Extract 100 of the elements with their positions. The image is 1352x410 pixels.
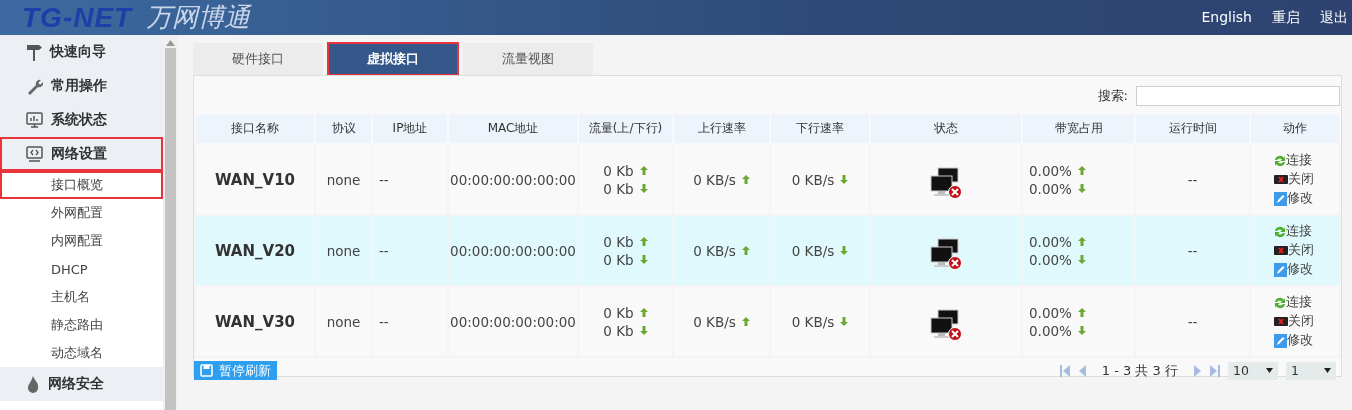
- bandwidth-up: 0.00%: [1029, 162, 1072, 179]
- page-select[interactable]: 1: [1286, 361, 1336, 380]
- up-arrow-icon: [1077, 308, 1086, 317]
- table-cell: --: [1135, 286, 1250, 357]
- action-link[interactable]: 连接: [1274, 223, 1312, 240]
- up-arrow-icon: [741, 175, 750, 184]
- down-arrow-icon: [639, 255, 648, 264]
- screen-x-icon: [1274, 315, 1288, 328]
- dropdown-caret-icon: [1266, 368, 1273, 373]
- sidebar-item-label: 系统状态: [51, 111, 107, 129]
- column-header: 带宽占用: [1022, 113, 1135, 144]
- action-link[interactable]: 关闭: [1274, 171, 1314, 188]
- submenu-item[interactable]: DHCP: [0, 255, 164, 283]
- submenu-item[interactable]: 动态域名: [0, 339, 164, 367]
- sidebar-item[interactable]: 网络设置: [0, 137, 164, 171]
- down-arrow-icon: [840, 317, 849, 326]
- pencil-icon: [1274, 191, 1287, 206]
- down-arrow-icon: [840, 246, 849, 255]
- refresh-icon: [1274, 225, 1286, 238]
- action-link[interactable]: 关闭: [1274, 242, 1314, 259]
- action-link[interactable]: 修改: [1274, 261, 1313, 278]
- first-page-icon[interactable]: [1059, 364, 1070, 377]
- table-row[interactable]: WAN_V30 none -- 00:00:00:00:00:00 0 Kb 0 Kb 0 KB/s 0 KB/s 0.00% 0.00% -- 连接 关闭 修改: [195, 286, 1340, 357]
- download-rate: 0 KB/s: [791, 242, 835, 259]
- page-size-select[interactable]: 10: [1228, 361, 1278, 380]
- logo-subtitle: 万网博通: [146, 1, 251, 34]
- previous-page-icon[interactable]: [1077, 364, 1088, 377]
- traffic-down: 0 Kb: [603, 251, 634, 268]
- bandwidth-up: 0.00%: [1029, 233, 1072, 250]
- header-link[interactable]: 退出: [1320, 8, 1348, 27]
- last-page-icon[interactable]: [1210, 364, 1220, 377]
- screen-x-icon: [1274, 173, 1288, 186]
- traffic-down: 0 Kb: [603, 322, 634, 339]
- submenu-item[interactable]: 接口概览: [0, 171, 164, 199]
- search-field[interactable]: [1136, 86, 1340, 106]
- up-arrow-icon: [639, 166, 648, 175]
- table-row[interactable]: WAN_V10 none -- 00:00:00:00:00:00 0 Kb 0 Kb 0 KB/s 0 KB/s 0.00% 0.00% -- 连接 关闭 修改: [195, 144, 1340, 215]
- tab[interactable]: 硬件接口: [193, 43, 323, 75]
- refresh-icon: [1274, 296, 1286, 309]
- submenu-item[interactable]: 外网配置: [0, 199, 164, 227]
- tab[interactable]: 流量视图: [463, 43, 593, 75]
- down-arrow-icon: [840, 175, 849, 184]
- column-header: IP地址: [372, 113, 448, 144]
- header-link[interactable]: English: [1201, 8, 1252, 27]
- submenu-item[interactable]: 主机名: [0, 283, 164, 311]
- sidebar-item-label: 网络安全: [48, 375, 104, 393]
- down-arrow-icon: [1077, 255, 1086, 264]
- up-arrow-icon: [639, 237, 648, 246]
- header-link[interactable]: 重启: [1272, 8, 1300, 27]
- down-arrow-icon: [1077, 184, 1086, 193]
- sidebar-item[interactable]: 快速向导: [0, 35, 164, 69]
- save-icon: [200, 364, 213, 377]
- sidebar-item[interactable]: 常用操作: [0, 69, 164, 103]
- column-header: 接口名称: [195, 113, 315, 144]
- upload-rate: 0 KB/s: [693, 242, 736, 259]
- up-arrow-icon: [741, 317, 750, 326]
- monitor-chart-icon: [26, 111, 43, 129]
- up-arrow-icon: [741, 246, 750, 255]
- column-header: 下行速率: [770, 113, 870, 144]
- action-link[interactable]: 修改: [1274, 190, 1313, 207]
- download-rate: 0 KB/s: [791, 171, 835, 188]
- table-cell: WAN_V30: [195, 286, 315, 357]
- submenu-item[interactable]: 静态路由: [0, 311, 164, 339]
- sidebar-item[interactable]: 系统状态: [0, 103, 164, 137]
- sidebar-item[interactable]: 网络安全: [0, 367, 164, 401]
- column-header: 流量(上/下行): [578, 113, 673, 144]
- up-arrow-icon: [1077, 166, 1086, 175]
- action-link[interactable]: 关闭: [1274, 313, 1314, 330]
- bandwidth-up: 0.00%: [1029, 304, 1072, 321]
- scrollbar[interactable]: [163, 35, 178, 410]
- table-cell: none: [315, 286, 372, 357]
- bandwidth-down: 0.00%: [1029, 180, 1072, 197]
- down-arrow-icon: [639, 184, 648, 193]
- table-row[interactable]: WAN_V20 none -- 00:00:00:00:00:00 0 Kb 0 Kb 0 KB/s 0 KB/s 0.00% 0.00% -- 连接 关闭 修改: [195, 215, 1340, 286]
- traffic-up: 0 Kb: [603, 233, 634, 250]
- page-info: 1 - 3 共 3 行: [1101, 361, 1178, 380]
- down-arrow-icon: [639, 326, 648, 335]
- submenu-item[interactable]: 内网配置: [0, 227, 164, 255]
- traffic-up: 0 Kb: [603, 162, 634, 179]
- tab[interactable]: 虚拟接口: [328, 43, 458, 75]
- column-header: 动作: [1250, 113, 1340, 144]
- column-header: 协议: [315, 113, 372, 144]
- sidebar-item-label: 快速向导: [50, 43, 106, 61]
- column-header: 上行速率: [673, 113, 770, 144]
- pencil-icon: [1274, 333, 1287, 348]
- action-link[interactable]: 连接: [1274, 152, 1312, 169]
- scroll-up-icon[interactable]: [166, 40, 176, 46]
- action-link[interactable]: 修改: [1274, 332, 1313, 349]
- signpost-icon: [26, 43, 42, 61]
- column-header: 运行时间: [1135, 113, 1250, 144]
- pencil-icon: [1274, 262, 1287, 277]
- download-rate: 0 KB/s: [791, 313, 835, 330]
- dropdown-caret-icon: [1324, 368, 1331, 373]
- action-link[interactable]: 连接: [1274, 294, 1312, 311]
- next-page-icon[interactable]: [1192, 364, 1202, 377]
- bandwidth-down: 0.00%: [1029, 251, 1072, 268]
- sidebar-item-label: 网络设置: [51, 145, 107, 163]
- search-label: 搜索:: [1097, 87, 1128, 105]
- upload-rate: 0 KB/s: [693, 171, 736, 188]
- bandwidth-down: 0.00%: [1029, 322, 1072, 339]
